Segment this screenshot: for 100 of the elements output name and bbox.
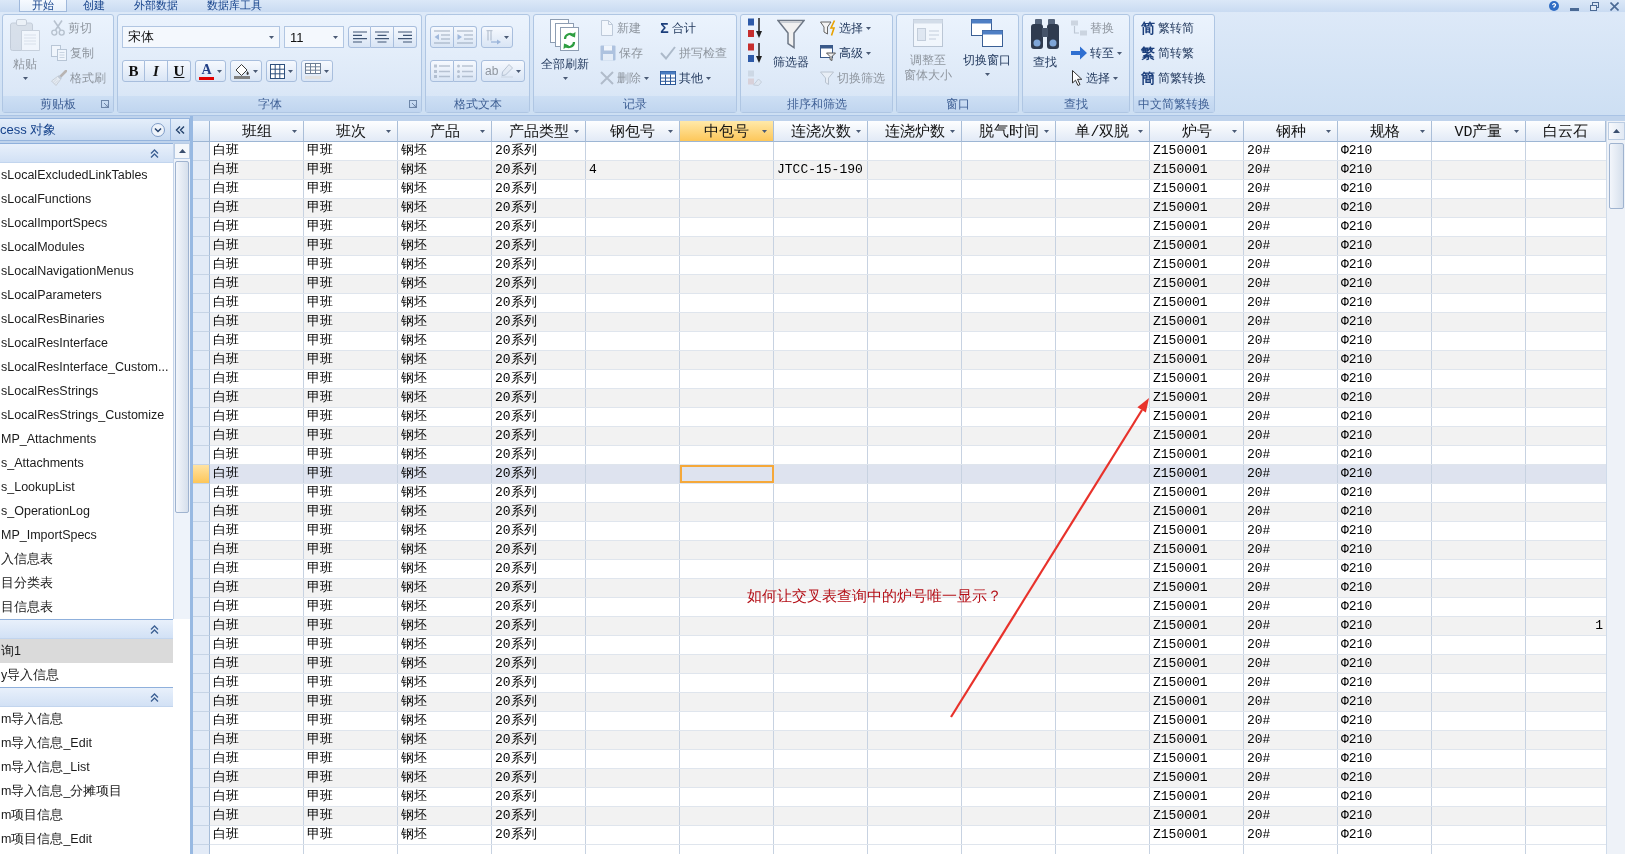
nav-item[interactable]: sLocalImportSpecs bbox=[0, 211, 173, 235]
column-header[interactable]: 单/双脱 bbox=[1056, 121, 1150, 142]
nav-item[interactable]: m项目信息 bbox=[0, 803, 173, 827]
nav-item[interactable]: 目信息表 bbox=[0, 595, 173, 619]
column-header[interactable]: 钢包号 bbox=[586, 121, 680, 142]
nav-item[interactable]: sLocalFunctions bbox=[0, 187, 173, 211]
record-selector[interactable] bbox=[193, 655, 210, 674]
ribbon-tab[interactable]: 创建 bbox=[70, 0, 118, 12]
record-selector[interactable] bbox=[193, 256, 210, 275]
align-center-button[interactable] bbox=[371, 26, 394, 48]
nav-item[interactable]: m导入信息_List bbox=[0, 755, 173, 779]
nav-item[interactable]: sLocalResInterface bbox=[0, 331, 173, 355]
record-selector[interactable] bbox=[193, 769, 210, 788]
nav-item[interactable]: s_LookupList bbox=[0, 475, 173, 499]
nav-item[interactable]: MP_ImportSpecs bbox=[0, 523, 173, 547]
column-header[interactable]: 连浇炉数 bbox=[868, 121, 962, 142]
scroll-up-button[interactable] bbox=[174, 143, 190, 159]
italic-button[interactable]: I bbox=[145, 60, 168, 82]
nav-item[interactable]: sLocalResStrings_Customize bbox=[0, 403, 173, 427]
ribbon-tab[interactable]: 外部数据 bbox=[121, 0, 191, 12]
current-cell[interactable] bbox=[680, 465, 774, 483]
close-icon[interactable] bbox=[1610, 1, 1619, 11]
record-selector[interactable] bbox=[193, 332, 210, 351]
switch-windows-button[interactable]: 切换窗口 bbox=[959, 17, 1016, 95]
record-selector[interactable] bbox=[193, 693, 210, 712]
record-selector[interactable] bbox=[193, 294, 210, 313]
nav-item[interactable]: s_OperationLog bbox=[0, 499, 173, 523]
group-header[interactable] bbox=[0, 619, 173, 639]
nav-item[interactable]: sLocalParameters bbox=[0, 283, 173, 307]
advanced-button[interactable]: 高级 bbox=[816, 42, 890, 64]
column-header[interactable]: VD产量 bbox=[1432, 121, 1526, 142]
launcher-icon[interactable] bbox=[409, 100, 417, 108]
underline-button[interactable]: U bbox=[168, 60, 191, 82]
align-right-button[interactable] bbox=[394, 26, 417, 48]
column-header[interactable]: 白云石 bbox=[1526, 121, 1606, 142]
more-button[interactable]: 其他 bbox=[656, 67, 732, 89]
column-header[interactable]: 产品类型 bbox=[492, 121, 586, 142]
refresh-button[interactable]: 全部刷新 bbox=[537, 17, 594, 95]
fill-color-button[interactable] bbox=[230, 60, 262, 82]
gridlines-button[interactable] bbox=[266, 60, 297, 82]
record-selector[interactable] bbox=[193, 313, 210, 332]
font-color-button[interactable]: A bbox=[195, 60, 226, 82]
column-header[interactable]: 炉号 bbox=[1150, 121, 1244, 142]
find-button[interactable]: 查找 bbox=[1026, 17, 1065, 95]
nav-item[interactable]: sLocalResInterface_Custom... bbox=[0, 355, 173, 379]
record-selector[interactable] bbox=[193, 199, 210, 218]
selection-button[interactable]: 选择 bbox=[816, 17, 890, 39]
nav-item[interactable]: sLocalNavigationMenus bbox=[0, 259, 173, 283]
restore-icon[interactable] bbox=[1590, 1, 1599, 11]
nav-item[interactable]: sLocalResBinaries bbox=[0, 307, 173, 331]
record-selector[interactable] bbox=[193, 826, 210, 845]
record-selector[interactable] bbox=[193, 674, 210, 693]
record-selector[interactable] bbox=[193, 218, 210, 237]
record-selector[interactable] bbox=[193, 617, 210, 636]
nav-item[interactable]: m导入信息 bbox=[0, 707, 173, 731]
record-selector[interactable] bbox=[193, 484, 210, 503]
font-size-field[interactable]: 11 bbox=[284, 26, 344, 48]
convert-button[interactable]: 簡 简繁转换 bbox=[1137, 67, 1211, 89]
record-selector[interactable] bbox=[193, 598, 210, 617]
record-selector[interactable] bbox=[193, 522, 210, 541]
group-header[interactable] bbox=[0, 687, 173, 707]
column-header[interactable]: 班次 bbox=[304, 121, 398, 142]
record-selector[interactable] bbox=[193, 389, 210, 408]
totals-button[interactable]: Σ 合计 bbox=[656, 17, 732, 39]
ribbon-tab[interactable]: 数据库工具 bbox=[194, 0, 275, 12]
nav-item[interactable]: 询1 bbox=[0, 639, 173, 663]
scrollbar-thumb[interactable] bbox=[1608, 143, 1624, 209]
record-selector[interactable] bbox=[193, 788, 210, 807]
select-button[interactable]: 选择 bbox=[1067, 67, 1127, 89]
font-name-field[interactable]: 宋体 bbox=[122, 26, 280, 48]
record-selector[interactable] bbox=[193, 275, 210, 294]
record-selector[interactable] bbox=[193, 408, 210, 427]
record-selector[interactable] bbox=[193, 237, 210, 256]
column-header[interactable]: 产品 bbox=[398, 121, 492, 142]
record-selector[interactable] bbox=[193, 560, 210, 579]
to-simplified-button[interactable]: 简 繁转简 bbox=[1137, 17, 1211, 39]
record-selector[interactable] bbox=[193, 731, 210, 750]
record-selector[interactable] bbox=[193, 579, 210, 598]
nav-item[interactable]: m导入信息_分摊项目 bbox=[0, 779, 173, 803]
help-icon[interactable] bbox=[1549, 1, 1559, 11]
record-selector[interactable] bbox=[193, 446, 210, 465]
record-selector[interactable] bbox=[193, 541, 210, 560]
ribbon-tab[interactable]: 开始 bbox=[19, 0, 67, 12]
record-selector[interactable] bbox=[193, 351, 210, 370]
nav-item[interactable]: sLocalResStrings bbox=[0, 379, 173, 403]
nav-item[interactable]: 目分类表 bbox=[0, 571, 173, 595]
column-header[interactable]: 连浇次数 bbox=[774, 121, 868, 142]
record-selector[interactable] bbox=[193, 465, 210, 484]
align-left-button[interactable] bbox=[348, 26, 371, 48]
nav-item[interactable]: m项目信息_Edit bbox=[0, 827, 173, 851]
nav-item[interactable]: MP_Attachments bbox=[0, 427, 173, 451]
goto-button[interactable]: 转至 bbox=[1067, 42, 1127, 64]
scrollbar-thumb[interactable] bbox=[175, 161, 189, 513]
record-selector[interactable] bbox=[193, 427, 210, 446]
nav-item[interactable]: y导入信息 bbox=[0, 663, 173, 687]
nav-item[interactable]: 入信息表 bbox=[0, 547, 173, 571]
chevron-circle-icon[interactable] bbox=[151, 122, 165, 137]
column-header[interactable]: 脱气时间 bbox=[962, 121, 1056, 142]
column-header[interactable]: 班组 bbox=[210, 121, 304, 142]
record-selector[interactable] bbox=[193, 636, 210, 655]
